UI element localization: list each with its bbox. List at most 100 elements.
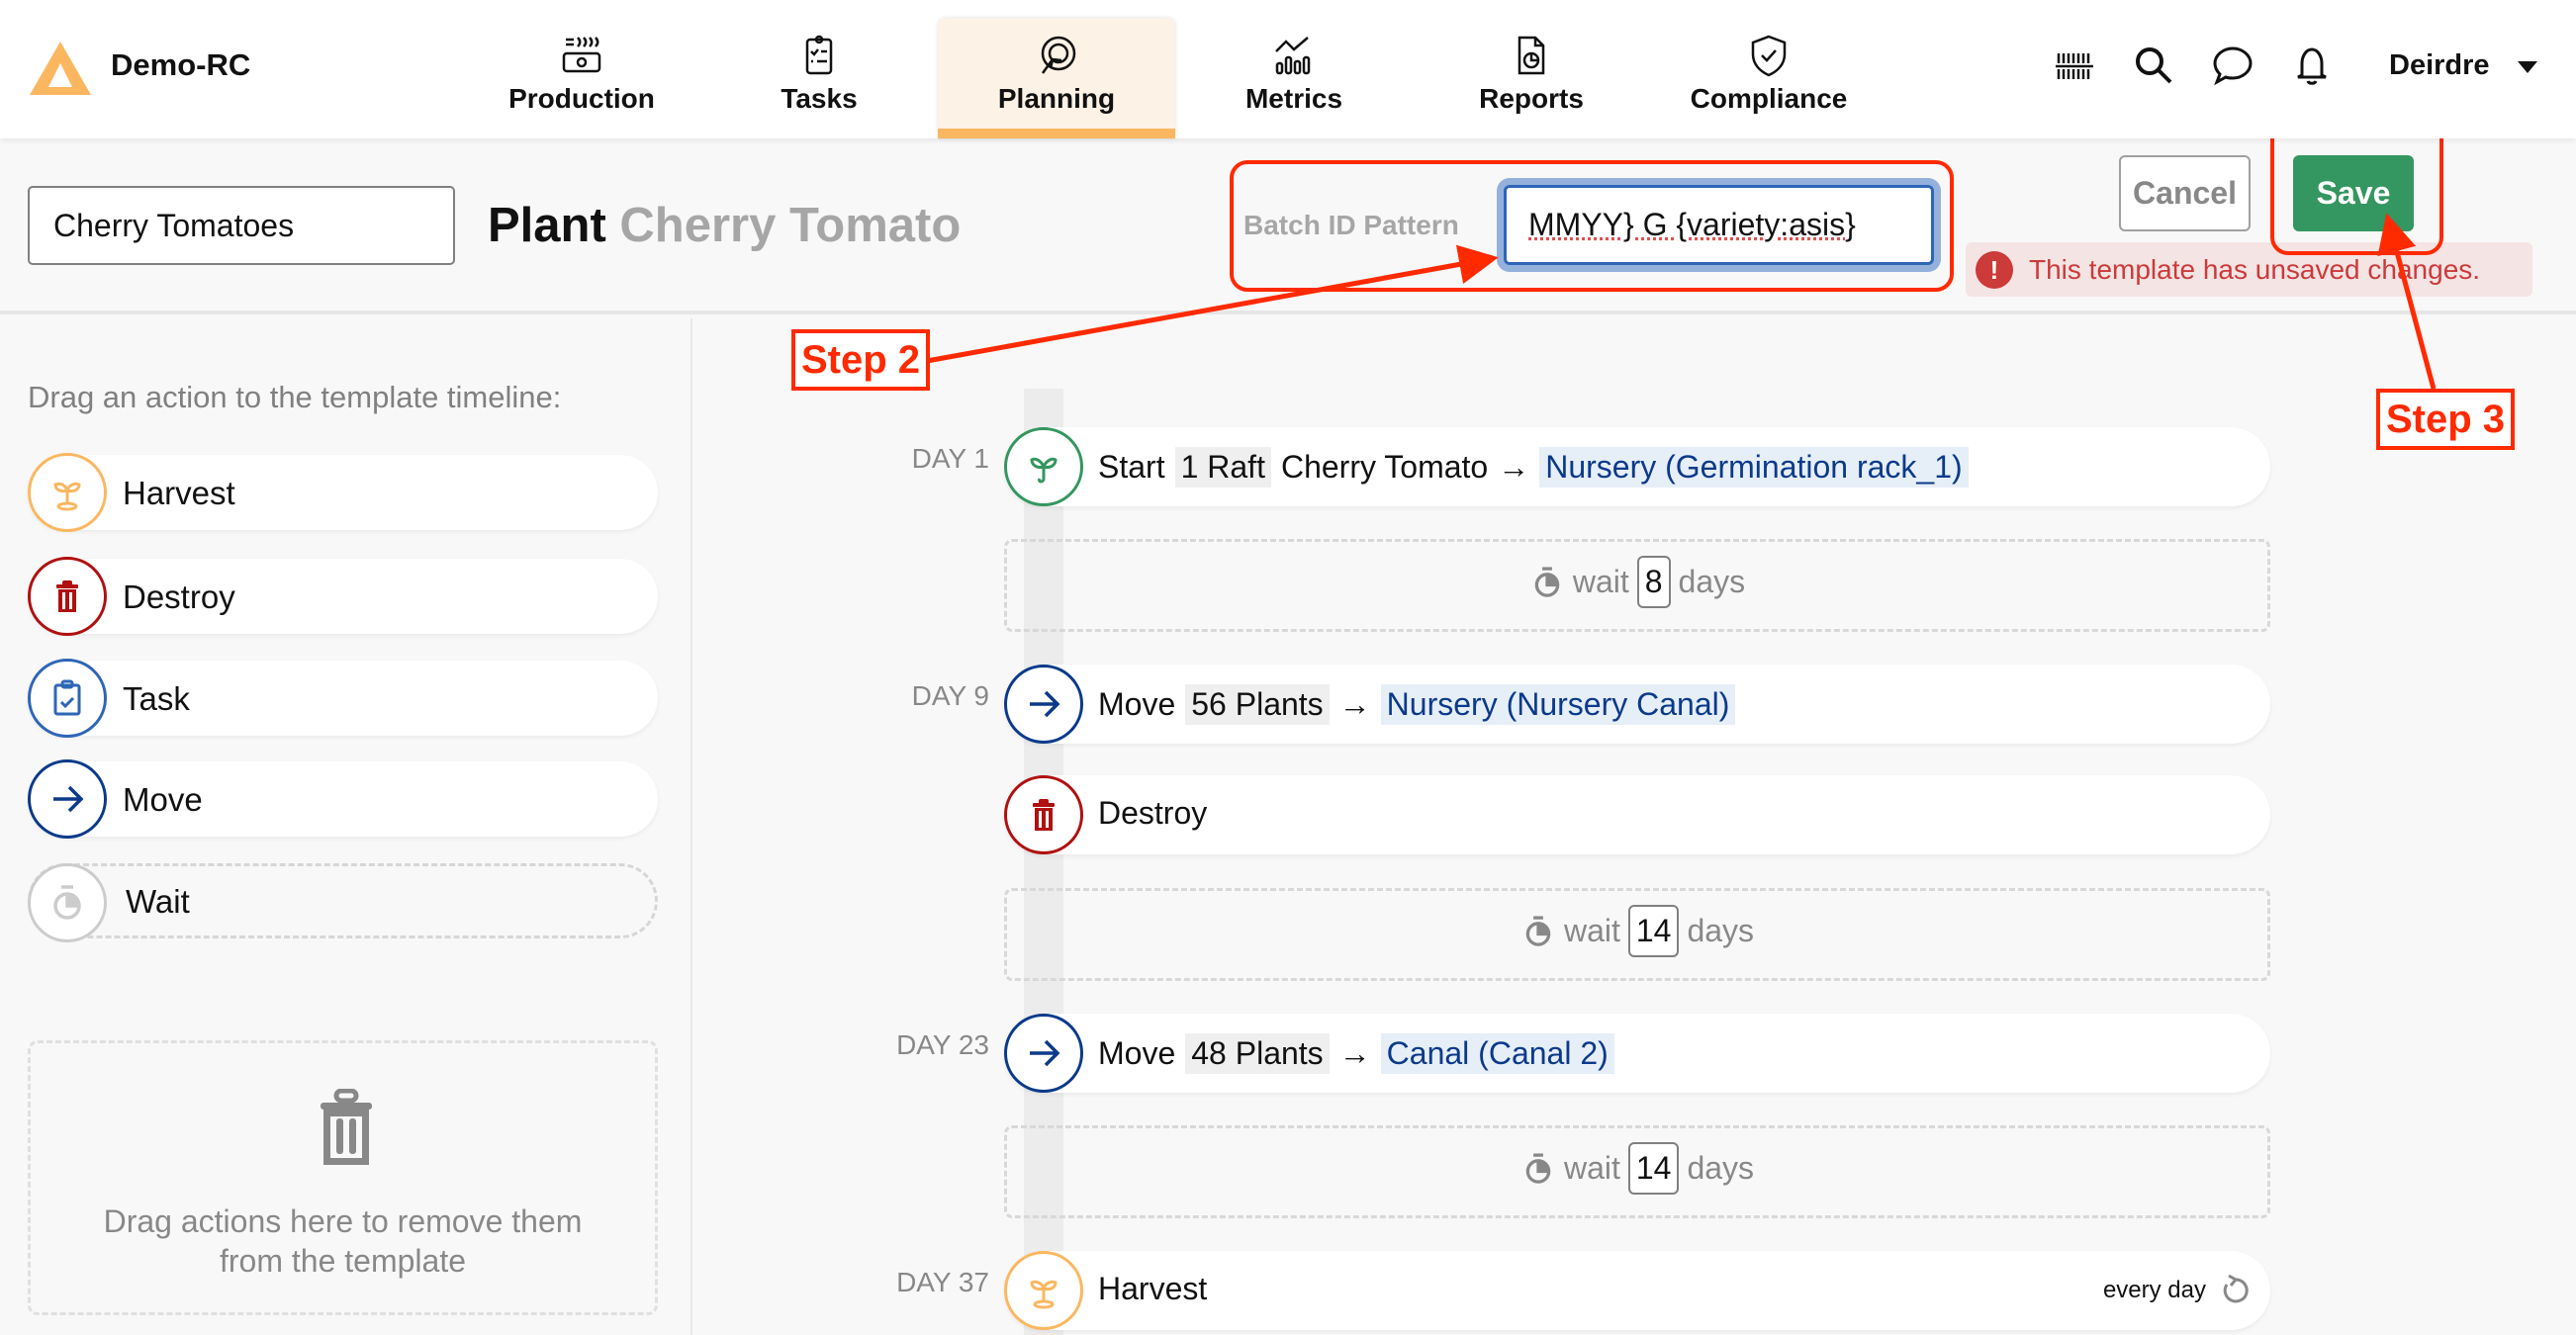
stopwatch-icon [1525,915,1551,946]
compliance-icon [1751,35,1787,77]
timeline-destroy-step[interactable]: Destroy [1004,775,2270,854]
timeline-move-step[interactable]: Move 48 Plants → Canal (Canal 2) [1004,1014,2270,1093]
stopwatch-icon [28,863,107,942]
nav-metrics[interactable]: Metrics [1175,18,1413,138]
nav-label: Metrics [1244,83,1343,114]
repeat-frequency[interactable]: every day [2103,1277,2206,1304]
annotation-highlight-save [2270,121,2443,255]
tasks-icon [805,35,833,75]
trash-icon [321,1089,372,1165]
nav-compliance[interactable]: Compliance [1650,18,1887,138]
step-verb: Move [1098,686,1176,722]
timeline-wait-step[interactable]: wait 8 days [1004,539,2270,632]
trash-icon [28,557,107,636]
brand-name[interactable]: Demo-RC [111,47,250,83]
nav-label: Planning [997,83,1116,114]
trash-icon [1004,775,1083,854]
stopwatch-icon [1525,1152,1551,1184]
nav-production[interactable]: Production [463,18,700,138]
action-destroy[interactable]: Destroy [28,557,658,636]
top-navigation-bar: Demo-RC Production Tasks Planning Metric… [0,0,2576,138]
location-chip[interactable]: Canal (Canal 2) [1380,1033,1614,1074]
action-task[interactable]: Task [28,659,658,738]
nav-label: Production [508,83,655,114]
step-verb: Start [1098,449,1165,485]
crop-name: Cherry Tomato [1280,449,1489,485]
repeat-icon[interactable] [2219,1273,2253,1306]
sprout-icon [28,453,107,532]
reports-icon [1518,36,1545,75]
seedling-icon [1004,427,1083,506]
arrow-glyph: → [1338,686,1371,722]
step-text: Move 56 Plants → Nursery (Nursery Canal) [1098,684,1736,725]
nav-label: Compliance [1690,83,1848,114]
quantity-chip[interactable]: 56 Plants [1185,684,1330,725]
action-harvest[interactable]: Harvest [28,453,658,532]
cancel-button[interactable]: Cancel [2119,155,2251,231]
template-name-input[interactable] [28,186,455,265]
wait-unit: days [1687,1150,1755,1186]
step-verb: Harvest [1098,1271,1208,1306]
wait-label: wait [1563,1150,1620,1186]
timeline-wait-step[interactable]: wait 14 days [1004,888,2270,981]
sprout-icon [1004,1251,1083,1330]
nav-reports[interactable]: Reports [1413,18,1650,138]
chevron-down-icon[interactable] [2518,61,2537,73]
search-icon[interactable] [2132,44,2175,87]
barcode-icon[interactable] [2053,44,2096,87]
wait-days-input[interactable]: 14 [1627,905,1680,957]
clipboard-check-icon [28,659,107,738]
nav-label: Reports [1479,83,1584,114]
logo-icon[interactable] [28,40,93,97]
day-label: DAY 37 [896,1267,989,1297]
timeline-harvest-step[interactable]: Harvest every day [1004,1251,2270,1330]
arrow-glyph: → [1498,449,1530,485]
user-menu[interactable]: Deirdre [2389,49,2490,82]
step-text: Move 48 Plants → Canal (Canal 2) [1098,1033,1614,1074]
dropzone-text: Drag actions here to remove them from th… [103,1203,583,1279]
title-action: Plant [488,199,606,252]
nav-label: Tasks [781,83,858,114]
location-chip[interactable]: Nursery (Germination rack_1) [1539,447,1969,488]
step-text: Start 1 Raft Cherry Tomato → Nursery (Ge… [1098,447,1969,488]
bell-icon[interactable] [2290,44,2334,87]
wait-days-input[interactable]: 8 [1636,556,1671,608]
action-label: Move [123,781,203,818]
quantity-chip[interactable]: 1 Raft [1174,447,1271,488]
action-wait[interactable]: Wait [28,863,658,942]
step-text: Destroy [1098,795,1207,832]
timeline-wait-step[interactable]: wait 14 days [1004,1125,2270,1218]
action-label: Wait [126,883,190,920]
arrow-right-icon [28,759,107,839]
nav-planning[interactable]: Planning [938,18,1175,138]
wait-unit: days [1687,913,1755,948]
action-palette: Drag an action to the template timeline:… [0,318,692,1335]
action-label: Harvest [123,475,235,511]
day-label: DAY 9 [911,680,989,711]
alert-icon: ! [1976,250,2013,289]
annotation-highlight-batch-id [1230,160,1954,292]
day-label: DAY 1 [911,443,989,474]
planning-icon [1041,36,1076,74]
timeline-start-step[interactable]: Start 1 Raft Cherry Tomato → Nursery (Ge… [1004,427,2270,506]
quantity-chip[interactable]: 48 Plants [1185,1033,1330,1074]
step-text: Harvest [1098,1271,1207,1307]
location-chip[interactable]: Nursery (Nursery Canal) [1380,684,1736,725]
action-label: Task [123,680,190,717]
page-title: Plant Cherry Tomato [488,198,961,253]
title-variety: Cherry Tomato [619,199,962,252]
step-verb: Move [1098,1035,1176,1071]
annotation-step-3: Step 3 [2376,389,2516,450]
nav-tasks[interactable]: Tasks [700,18,938,138]
step-verb: Destroy [1098,795,1208,831]
remove-dropzone[interactable]: Drag actions here to remove them from th… [28,1040,658,1315]
wait-label: wait [1563,913,1620,948]
timeline-move-step[interactable]: Move 56 Plants → Nursery (Nursery Canal) [1004,665,2270,744]
action-move[interactable]: Move [28,759,658,839]
warning-text: This template has unsaved changes. [2029,253,2481,285]
palette-hint: Drag an action to the template timeline: [28,380,562,414]
arrow-right-icon [1004,1014,1083,1093]
chat-icon[interactable] [2211,44,2254,87]
wait-days-input[interactable]: 14 [1627,1142,1680,1195]
metrics-icon [1275,37,1311,75]
